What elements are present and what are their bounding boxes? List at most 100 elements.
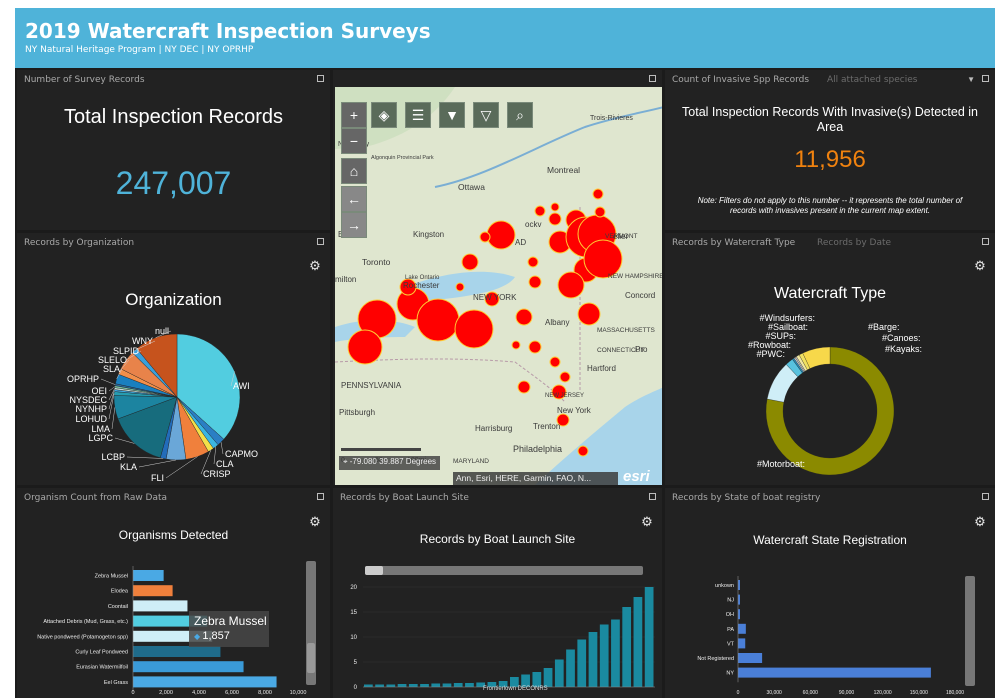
map-label: Algonquin Provincial Park [371, 155, 434, 161]
pie-label: CRISP [203, 469, 231, 479]
total-records-value: 247,007 [115, 165, 232, 201]
bar [431, 683, 441, 687]
map-label: NEW JERSEY [545, 393, 584, 399]
map-marker [557, 271, 585, 299]
bar [465, 683, 474, 687]
dropdown-icon[interactable]: ▼ [967, 75, 975, 84]
bar [133, 585, 173, 597]
map-label: New York [557, 406, 592, 415]
pie-label: CLA [216, 459, 234, 469]
panel-title: Number of Survey Records [24, 75, 145, 85]
back-icon[interactable]: ← [341, 186, 367, 212]
maximize-icon[interactable] [649, 75, 656, 82]
pie-label: LOHUD [75, 414, 107, 424]
map-marker [550, 202, 560, 212]
pie-label: NYNHP [75, 404, 107, 414]
donut-label: #Canoes: [882, 333, 921, 343]
map-label: Montreal [547, 165, 580, 175]
pie-label: FLI [151, 473, 164, 483]
state-registration-panel: Records by State of boat registry ⚙ Wate… [665, 488, 995, 698]
x-tick-label: 10,000 [290, 690, 307, 696]
crosshair-icon: ⌖ [343, 457, 348, 466]
bar [133, 600, 188, 612]
bar [738, 667, 931, 678]
x-tick-label: 150,000 [910, 690, 928, 696]
donut-label: #Kayaks: [885, 344, 922, 354]
legend-icon[interactable]: ☰ [405, 102, 431, 128]
y-tick-label: Native pondweed (Potamogeton spp) [37, 634, 128, 640]
organisms-bar-chart: Zebra Mussel Elodea Coontail Attached Debri… [37, 566, 307, 696]
map-marker [416, 298, 460, 342]
pie-label: WNY [132, 336, 153, 346]
x-axis-label: Frontierlown DECONRS [483, 686, 548, 692]
map-marker [517, 380, 531, 394]
map-label: Kingston [413, 230, 444, 239]
bar [386, 684, 396, 687]
donut-label: #PWC: [756, 349, 785, 359]
leader-line [100, 378, 116, 385]
bar [453, 683, 463, 687]
leader-line [108, 386, 116, 392]
bar [532, 672, 542, 687]
bar [133, 646, 221, 657]
y-tick-label: Eurasian Watermilfoil [76, 665, 128, 671]
dashboard-title: 2019 Watercraft Inspection Surveys [25, 19, 431, 43]
bar [738, 653, 763, 663]
filter-icon[interactable]: ▼ [439, 102, 465, 128]
tooltip-value-text: 1,857 [202, 630, 230, 642]
esri-logo: esri [623, 468, 650, 485]
bar [408, 684, 418, 687]
x-tick-label: 0 [131, 690, 134, 696]
map[interactable]: Trois-RivieresNorth BayAlgonquin Provinc… [335, 87, 662, 485]
y-tick-label: 5 [354, 660, 358, 666]
chart-tooltip: Zebra Mussel ◆ 1,857 [189, 611, 269, 647]
bar [738, 623, 746, 634]
launch-site-bar-chart: 0 5 10 15 20 [350, 585, 655, 691]
map-label: Harrisburg [475, 424, 512, 433]
maximize-icon[interactable] [982, 75, 989, 82]
y-tick-label: Not Registered [697, 656, 734, 662]
map-label: Toronto [362, 257, 391, 267]
map-marker [515, 308, 533, 326]
zoom-out-button[interactable]: − [341, 128, 367, 154]
home-icon[interactable]: ⌂ [341, 158, 367, 184]
x-tick-label: 4,000 [192, 690, 206, 696]
y-tick-label: 10 [350, 635, 357, 641]
filter-alt-icon[interactable]: ▽ [473, 102, 499, 128]
pie-label: LGPC [88, 433, 113, 443]
y-tick-label: 0 [354, 685, 358, 691]
maximize-icon[interactable] [317, 75, 324, 82]
scrollbar-handle[interactable] [307, 643, 315, 673]
bar [566, 649, 575, 687]
tab-all-attached-species[interactable]: All attached species [827, 75, 917, 85]
leader-line [126, 456, 164, 459]
tooltip-title: Zebra Mussel [194, 614, 267, 628]
map-label: Trenton [533, 422, 560, 431]
map-marker [527, 256, 539, 268]
invasive-note: Note: Filters do not apply to this numbe… [697, 196, 963, 215]
forward-icon[interactable]: → [341, 212, 367, 238]
pie-label: LMA [91, 424, 110, 434]
map-label: Ottawa [458, 182, 485, 192]
map-marker [347, 329, 383, 365]
y-tick-label: Curly Leaf Pondweed [75, 650, 128, 656]
leader-line [138, 459, 177, 468]
x-tick-label: 30,000 [767, 690, 783, 696]
layers-icon[interactable]: ◈ [371, 102, 397, 128]
scrollbar[interactable] [965, 576, 975, 686]
map-label: elier [613, 232, 628, 241]
panel-title: Count of Invasive Spp Records [672, 75, 810, 85]
map-marker [577, 302, 601, 326]
x-tick-label: 120,000 [874, 690, 892, 696]
watercraft-type-panel: Records by Watercraft Type Records by Da… [665, 233, 995, 485]
bar [644, 587, 654, 687]
zoom-in-button[interactable]: + [341, 102, 367, 128]
scale-bar [341, 448, 421, 451]
x-tick-label: 90,000 [839, 690, 855, 696]
map-label: PENNSYLVANIA [341, 381, 402, 390]
bar [133, 676, 277, 688]
search-icon[interactable]: ⌕ [507, 102, 533, 128]
donut-label: #Barge: [868, 322, 900, 332]
bar [420, 684, 429, 687]
coordinate-readout: -79.080 39.887 Degrees [349, 457, 437, 466]
